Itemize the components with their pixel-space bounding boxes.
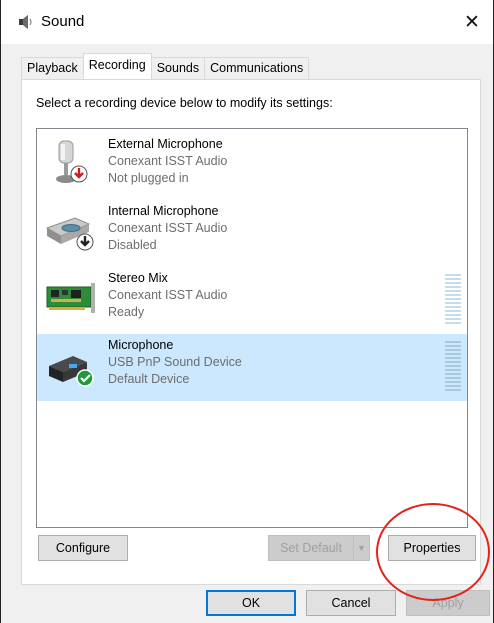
set-default-button[interactable]: Set Default <box>268 535 354 561</box>
tab-communications[interactable]: Communications <box>204 57 310 79</box>
device-status: Not plugged in <box>108 171 189 185</box>
external-microphone-icon <box>56 140 88 183</box>
device-external-microphone[interactable]: External Microphone Conexant ISST Audio … <box>37 133 467 200</box>
device-status: Default Device <box>108 372 190 386</box>
default-check-badge <box>76 369 94 387</box>
recording-panel: Select a recording device below to modif… <box>21 79 481 585</box>
sound-card-icon <box>46 283 95 313</box>
window-title: Sound <box>41 13 85 30</box>
recording-device-list[interactable]: External Microphone Conexant ISST Audio … <box>36 128 468 528</box>
tab-recording[interactable]: Recording <box>82 53 152 79</box>
cancel-button[interactable]: Cancel <box>306 590 396 616</box>
sound-dialog: Sound ✕ Playback Recording Sounds Commun… <box>0 0 494 623</box>
chevron-down-icon: ▼ <box>357 543 366 553</box>
device-status: Disabled <box>108 238 157 252</box>
device-name: External Microphone <box>108 137 223 151</box>
device-name: Internal Microphone <box>108 204 219 218</box>
device-name: Stereo Mix <box>108 271 168 285</box>
close-icon: ✕ <box>464 11 480 33</box>
device-driver: Conexant ISST Audio <box>108 154 228 168</box>
device-driver: Conexant ISST Audio <box>108 221 228 235</box>
ok-button[interactable]: OK <box>206 590 296 616</box>
speaker-icon <box>19 15 32 29</box>
device-stereo-mix[interactable]: Stereo Mix Conexant ISST Audio Ready <box>37 267 467 334</box>
device-driver: Conexant ISST Audio <box>108 288 228 302</box>
tab-sounds[interactable]: Sounds <box>150 57 206 79</box>
properties-button[interactable]: Properties <box>388 535 476 561</box>
close-button[interactable]: ✕ <box>456 8 488 36</box>
device-driver: USB PnP Sound Device <box>108 355 242 369</box>
level-meter <box>445 274 461 326</box>
configure-button[interactable]: Configure <box>38 535 128 561</box>
device-name: Microphone <box>108 338 174 352</box>
device-status: Ready <box>108 305 145 319</box>
unplugged-badge <box>70 165 88 183</box>
internal-microphone-icon <box>45 217 94 251</box>
apply-button[interactable]: Apply <box>406 590 490 616</box>
set-default-dropdown[interactable]: ▼ <box>353 535 370 561</box>
device-microphone[interactable]: Microphone USB PnP Sound Device Default … <box>37 334 467 401</box>
device-internal-microphone[interactable]: Internal Microphone Conexant ISST Audio … <box>37 200 467 267</box>
tab-strip: Playback Recording Sounds Communications <box>21 53 310 79</box>
title-bar[interactable]: Sound ✕ <box>1 0 493 44</box>
instruction-text: Select a recording device below to modif… <box>36 96 333 110</box>
disabled-badge <box>76 233 94 251</box>
usb-sound-device-icon <box>49 356 94 387</box>
tab-playback[interactable]: Playback <box>21 57 84 79</box>
level-meter <box>445 341 461 393</box>
